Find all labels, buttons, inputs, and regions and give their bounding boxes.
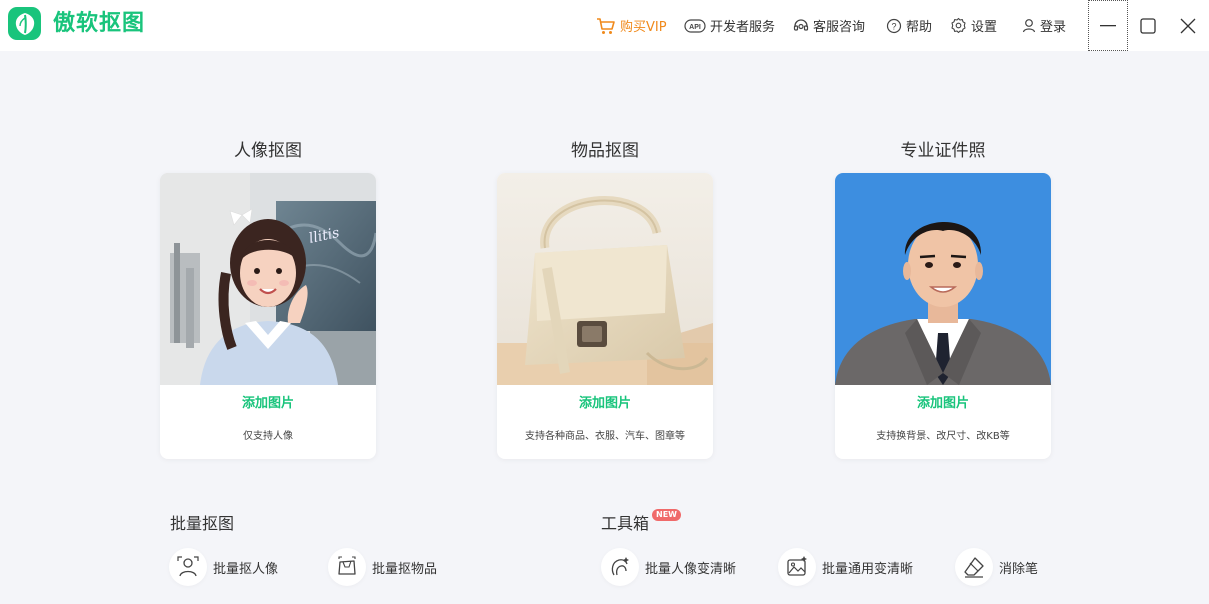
settings-label: 设置 xyxy=(971,20,998,35)
login-label: 登录 xyxy=(1040,20,1067,35)
object-cutout-card[interactable]: 添加图片 支持各种商品、衣服、汽车、图章等 xyxy=(497,173,713,459)
portrait-add-image-button[interactable]: 添加图片 xyxy=(160,392,376,411)
id-photo-description: 支持换背景、改尺寸、改KB等 xyxy=(876,431,1010,442)
svg-text:?: ? xyxy=(891,21,896,31)
customer-service-button[interactable]: 客服咨询 xyxy=(793,0,865,51)
user-icon xyxy=(1022,19,1036,33)
object-cutout-title: 物品抠图 xyxy=(571,141,639,161)
app-logo-icon xyxy=(8,7,41,40)
gear-icon xyxy=(951,17,966,34)
new-badge: NEW xyxy=(652,509,681,521)
app-name: 傲软抠图 xyxy=(53,11,146,36)
batch-portrait-enhance-button[interactable]: 批量人像变清晰 xyxy=(601,548,736,586)
developer-service-label: 开发者服务 xyxy=(710,20,776,35)
portrait-description: 仅支持人像 xyxy=(243,431,293,442)
close-button[interactable] xyxy=(1168,0,1208,51)
portrait-cutout-card[interactable]: llitis 添加图片 仅支持人像 xyxy=(160,173,376,459)
settings-button[interactable]: 设置 xyxy=(950,0,997,51)
buy-vip-button[interactable]: 购买VIP xyxy=(596,0,667,51)
batch-object-icon xyxy=(328,548,366,586)
object-sample-image xyxy=(497,173,713,385)
eraser-pen-button[interactable]: 消除笔 xyxy=(955,548,1038,586)
toolbox-title: 工具箱 xyxy=(601,514,650,533)
portrait-enhance-icon xyxy=(601,548,639,586)
help-button[interactable]: ? 帮助 xyxy=(886,0,932,51)
batch-general-enhance-button[interactable]: 批量通用变清晰 xyxy=(778,548,913,586)
batch-general-enhance-label: 批量通用变清晰 xyxy=(822,561,914,577)
batch-portrait-label: 批量抠人像 xyxy=(213,561,279,577)
eraser-pen-label: 消除笔 xyxy=(999,561,1039,577)
cart-icon xyxy=(597,17,615,34)
maximize-button[interactable] xyxy=(1128,0,1168,51)
customer-service-label: 客服咨询 xyxy=(813,20,866,35)
close-icon xyxy=(1180,18,1196,33)
login-button[interactable]: 登录 xyxy=(1022,0,1066,51)
maximize-icon xyxy=(1140,17,1156,34)
buy-vip-label: 购买VIP xyxy=(620,20,667,35)
batch-portrait-enhance-label: 批量人像变清晰 xyxy=(645,561,737,577)
portrait-sample-image: llitis xyxy=(160,173,376,385)
portrait-cutout-title: 人像抠图 xyxy=(234,141,302,161)
batch-cutout-title: 批量抠图 xyxy=(170,514,235,533)
id-photo-sample-image xyxy=(835,173,1051,385)
id-photo-title: 专业证件照 xyxy=(900,141,986,161)
minimize-icon xyxy=(1100,24,1116,26)
batch-portrait-icon xyxy=(169,548,207,586)
minimize-button[interactable] xyxy=(1088,0,1128,51)
eraser-icon xyxy=(955,548,993,586)
object-add-image-button[interactable]: 添加图片 xyxy=(497,392,713,411)
title-bar: 傲软抠图 购买VIP API 开发者服务 客服咨询 ? 帮助 设置 登录 xyxy=(0,0,1209,51)
id-photo-add-image-button[interactable]: 添加图片 xyxy=(835,392,1051,411)
object-description: 支持各种商品、衣服、汽车、图章等 xyxy=(525,431,685,442)
id-photo-card[interactable]: 添加图片 支持换背景、改尺寸、改KB等 xyxy=(835,173,1051,459)
developer-service-button[interactable]: API 开发者服务 xyxy=(684,0,775,51)
help-icon: ? xyxy=(886,18,902,33)
batch-portrait-cutout-button[interactable]: 批量抠人像 xyxy=(169,548,278,586)
headset-icon xyxy=(793,18,809,31)
svg-text:API: API xyxy=(689,24,701,31)
image-enhance-icon xyxy=(778,548,816,586)
api-icon: API xyxy=(684,18,706,33)
batch-object-cutout-button[interactable]: 批量抠物品 xyxy=(328,548,437,586)
help-label: 帮助 xyxy=(906,20,933,35)
batch-object-label: 批量抠物品 xyxy=(372,561,438,577)
